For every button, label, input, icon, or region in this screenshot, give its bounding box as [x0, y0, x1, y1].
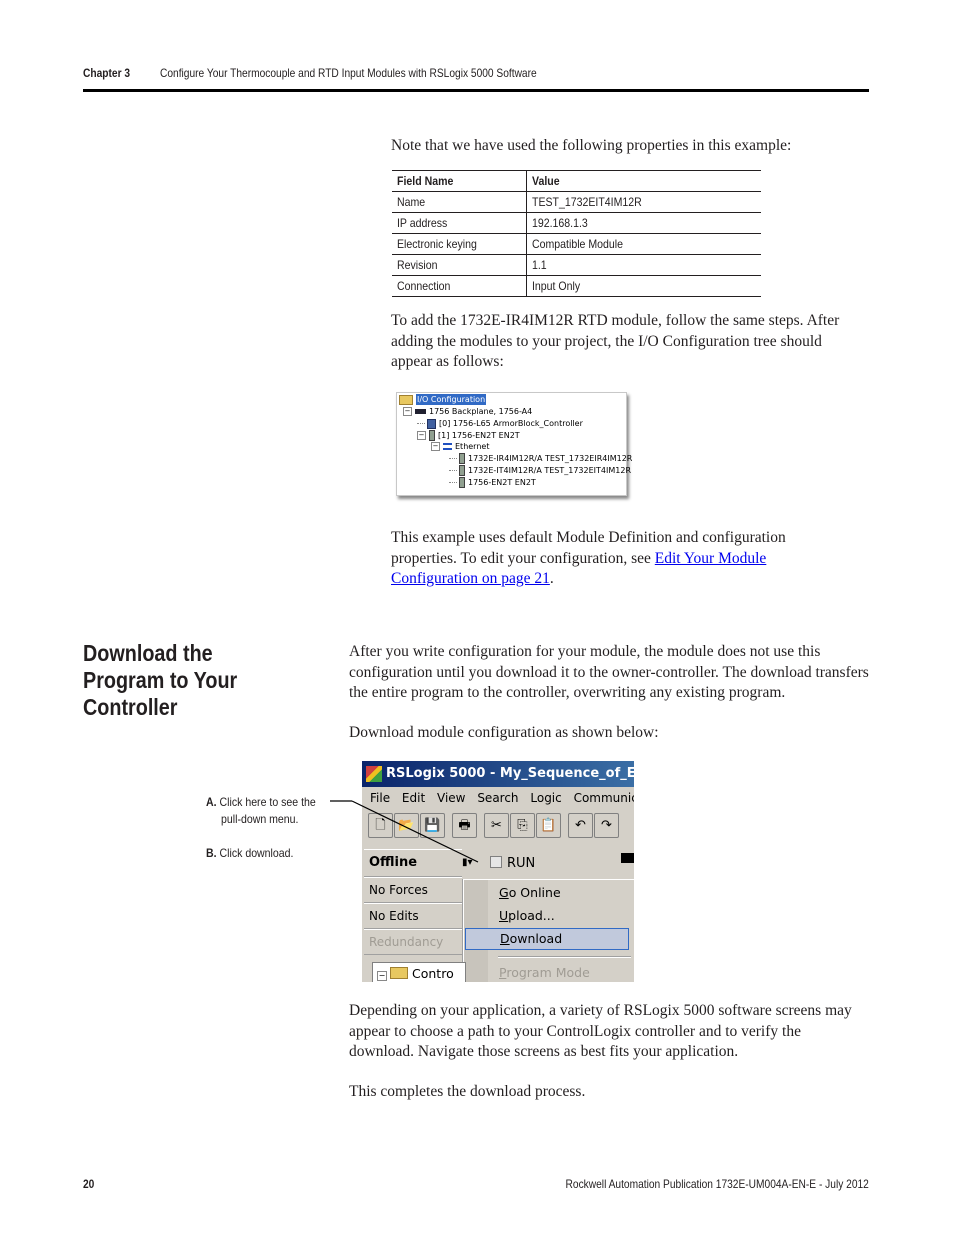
rslogix-window: RSLogix 5000 - My_Sequence_of_Eve File E… — [362, 761, 634, 982]
run-indicator: RUN — [490, 856, 535, 871]
folder-icon — [390, 967, 408, 979]
table-row: Revision 1.1 — [392, 254, 761, 276]
value-cell: TEST_1732EIT4IM12R — [526, 191, 761, 213]
module-icon — [459, 453, 465, 464]
tree-item-it4im12r[interactable]: 1732E-IT4IM12R/A TEST_1732EIT4IM12R — [449, 465, 631, 476]
field-name-cell: Revision — [392, 254, 527, 276]
value-cell: 192.168.1.3 — [526, 212, 761, 234]
collapse-icon[interactable]: − — [403, 407, 412, 416]
menu-item-download[interactable]: Download — [465, 928, 629, 950]
redo-icon[interactable]: ↷ — [594, 813, 619, 838]
io-configuration-tree: I/O Configuration − 1756 Backplane, 1756… — [396, 392, 632, 496]
collapse-icon[interactable]: − — [377, 971, 387, 981]
menu-logic[interactable]: Logic — [530, 791, 561, 805]
controller-organizer: − Contro — [372, 962, 466, 982]
menu-edit[interactable]: Edit — [402, 791, 425, 805]
status-offline: Offline — [364, 849, 462, 877]
toolbar: 🗋 📂 💾 🖶 ✂ ⎘ 📋 ↶ ↷ — [368, 813, 620, 839]
window-titlebar: RSLogix 5000 - My_Sequence_of_Eve — [362, 761, 634, 787]
table-row: IP address 192.168.1.3 — [392, 212, 761, 234]
download-paragraph-4: This completes the download process. — [349, 1083, 586, 1100]
open-folder-icon[interactable]: 📂 — [394, 813, 419, 838]
status-indicator — [621, 853, 634, 863]
chapter-label: Chapter 3 — [83, 66, 131, 80]
status-edits: No Edits — [364, 903, 462, 929]
copy-icon[interactable]: ⎘ — [510, 813, 535, 838]
tree-item-ir4im12r[interactable]: 1732E-IR4IM12R/A TEST_1732EIR4IM12R — [449, 453, 632, 464]
callout-a: A. Click here to see the — [206, 795, 316, 809]
tree-item-en2t[interactable]: − [1] 1756-EN2T EN2T — [417, 430, 520, 441]
table-row: Name TEST_1732EIT4IM12R — [392, 191, 761, 213]
table-row: Electronic keying Compatible Module — [392, 233, 761, 255]
network-icon — [443, 443, 452, 450]
backplane-icon — [415, 409, 426, 414]
menu-item-go-online[interactable]: Go Online — [499, 882, 561, 904]
tree-item-ethernet[interactable]: − Ethernet — [431, 441, 489, 452]
value-cell: 1.1 — [526, 254, 761, 276]
table-row: Connection Input Only — [392, 275, 761, 297]
menu-view[interactable]: View — [437, 791, 465, 805]
cut-icon[interactable]: ✂ — [484, 813, 509, 838]
add-module-paragraph: To add the 1732E-IR4IM12R RTD module, fo… — [391, 312, 840, 370]
menu-communications[interactable]: Communic — [574, 791, 634, 805]
download-paragraph-1: After you write configuration for your m… — [349, 643, 869, 701]
menu-search[interactable]: Search — [477, 791, 518, 805]
paste-icon[interactable]: 📋 — [536, 813, 561, 838]
module-icon — [459, 465, 465, 476]
tree-item-en2t-local[interactable]: 1756-EN2T EN2T — [449, 477, 536, 488]
module-icon — [429, 430, 435, 441]
download-paragraph-3: Depending on your application, a variety… — [349, 1002, 852, 1060]
page-number: 20 — [83, 1177, 95, 1191]
menu-item-program-mode[interactable]: Program Mode — [499, 962, 590, 982]
module-icon — [459, 477, 465, 488]
menu-separator — [498, 956, 631, 958]
field-name-cell: Electronic keying — [392, 233, 527, 255]
rslogix-app-icon — [366, 766, 382, 782]
controller-icon — [427, 418, 436, 429]
run-checkbox-icon — [490, 856, 502, 868]
collapse-icon[interactable]: − — [417, 431, 426, 440]
default-config-paragraph: This example uses default Module Definit… — [391, 529, 786, 587]
menu-item-upload[interactable]: Upload... — [499, 905, 555, 927]
download-paragraph-2: Download module configuration as shown b… — [349, 724, 659, 741]
header-rule — [83, 89, 869, 92]
value-cell: Input Only — [526, 275, 761, 297]
collapse-icon[interactable]: − — [431, 442, 440, 451]
status-redundancy: Redundancy — [364, 929, 462, 955]
print-icon[interactable]: 🖶 — [452, 813, 477, 838]
status-forces: No Forces — [364, 877, 462, 903]
field-name-cell: Connection — [392, 275, 527, 297]
save-icon[interactable]: 💾 — [420, 813, 445, 838]
callout-b: B. Click download. — [206, 846, 294, 860]
section-heading: Download the Program to Your Controller — [83, 640, 238, 720]
menu-file[interactable]: File — [370, 791, 390, 805]
tree-item-io-configuration[interactable]: I/O Configuration — [399, 394, 487, 405]
folder-icon — [399, 394, 413, 405]
callout-a-line2: pull-down menu. — [221, 812, 299, 826]
field-name-cell: IP address — [392, 212, 527, 234]
mode-dropdown-arrow-icon[interactable]: ▮▾ — [462, 853, 482, 873]
publication-info: Rockwell Automation Publication 1732E-UM… — [565, 1177, 869, 1191]
chapter-title: Configure Your Thermocouple and RTD Inpu… — [160, 66, 537, 80]
new-file-icon[interactable]: 🗋 — [368, 813, 393, 838]
undo-icon[interactable]: ↶ — [568, 813, 593, 838]
menu-bar: File Edit View Search Logic Communic — [362, 788, 634, 808]
table-header-row: Field Name Value — [392, 170, 761, 192]
value-cell: Compatible Module — [526, 233, 761, 255]
mode-dropdown-menu: Go Online Upload... Download Program Mod… — [463, 879, 634, 982]
header-value: Value — [526, 170, 761, 192]
tree-item-backplane[interactable]: − 1756 Backplane, 1756-A4 — [403, 406, 532, 417]
properties-table: Field Name Value Name TEST_1732EIT4IM12R… — [392, 170, 761, 297]
tree-item-controller[interactable]: [0] 1756-L65 ArmorBlock_Controller — [417, 418, 583, 429]
intro-note: Note that we have used the following pro… — [391, 137, 792, 154]
controller-status-panel: Offline No Forces No Edits Redundancy — [364, 849, 462, 955]
field-name-cell: Name — [392, 191, 527, 213]
header-field-name: Field Name — [392, 170, 527, 192]
